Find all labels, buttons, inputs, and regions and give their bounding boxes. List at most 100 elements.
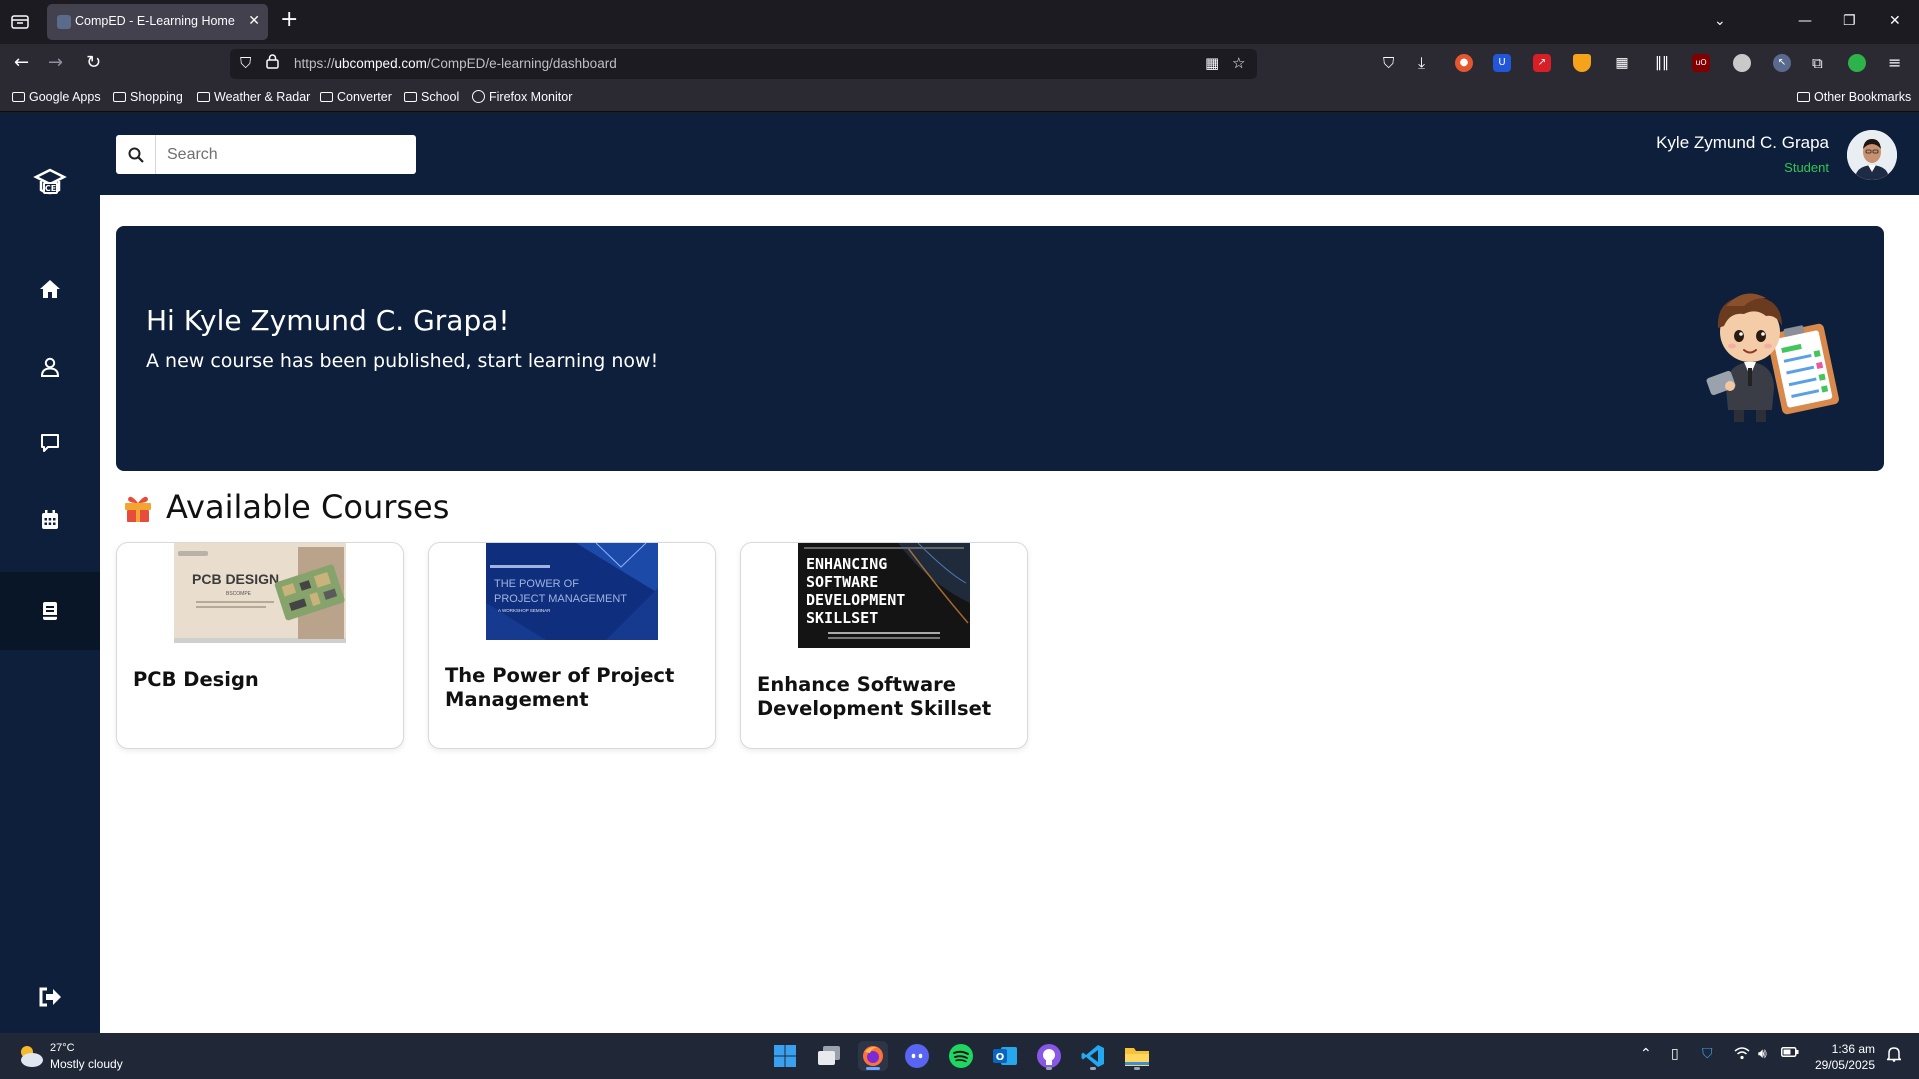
firefox-taskbar-icon[interactable] bbox=[858, 1041, 888, 1071]
github-taskbar-icon[interactable] bbox=[1034, 1041, 1064, 1071]
sidebar-logo[interactable]: CE bbox=[0, 149, 100, 219]
barcode-extension-icon[interactable]: ‖‖ bbox=[1653, 54, 1671, 72]
sidebar-logout[interactable] bbox=[0, 965, 100, 1029]
grid-extension-icon[interactable]: ▦ bbox=[1613, 54, 1631, 72]
windows-start-icon[interactable] bbox=[770, 1041, 800, 1071]
folder-icon bbox=[12, 92, 25, 102]
url-path: /CompED/e-learning/dashboard bbox=[426, 56, 617, 71]
forward-button[interactable]: → bbox=[48, 52, 63, 74]
back-button[interactable]: ← bbox=[14, 52, 29, 74]
lock-icon[interactable] bbox=[266, 54, 279, 73]
search-input[interactable] bbox=[157, 135, 412, 174]
avatar[interactable] bbox=[1847, 130, 1897, 180]
sidebar-item-home[interactable] bbox=[0, 257, 100, 321]
bookmark-folder-school[interactable]: School bbox=[404, 90, 459, 104]
sidebar-item-profile[interactable] bbox=[0, 335, 100, 399]
running-app-indicator bbox=[1090, 1067, 1096, 1070]
bookmark-label: Shopping bbox=[130, 90, 183, 104]
ublock-extension-icon[interactable]: uO bbox=[1692, 54, 1710, 72]
app-menu-icon[interactable]: ≡ bbox=[1888, 52, 1901, 74]
thumb-line-3: DEVELOPMENT bbox=[806, 591, 905, 609]
course-card-software-development[interactable]: ENHANCING SOFTWARE DEVELOPMENT SKILLSET … bbox=[740, 542, 1028, 749]
pocket-icon[interactable]: ⛉ bbox=[1383, 52, 1394, 74]
shield-extension-icon[interactable] bbox=[1573, 54, 1591, 72]
bitwarden-extension-icon[interactable]: U bbox=[1493, 54, 1511, 72]
bookmark-folder-weather[interactable]: Weather & Radar bbox=[197, 90, 310, 104]
bookmark-star-icon[interactable]: ☆ bbox=[1232, 54, 1245, 72]
weather-cloud-icon[interactable] bbox=[16, 1043, 44, 1069]
sidebar-item-calendar[interactable] bbox=[0, 488, 100, 552]
volume-icon[interactable]: 🔊︎ bbox=[1758, 1046, 1767, 1062]
page-content: CE Kyle Zymund C. Grapa Stud bbox=[0, 113, 1919, 1033]
qr-code-icon[interactable]: ▦ bbox=[1205, 54, 1219, 72]
browser-tab-bar: CompED - E-Learning Home ✕ + ⌄ — ❐ ✕ bbox=[0, 0, 1919, 44]
sidebar-item-courses[interactable] bbox=[0, 572, 100, 650]
discord-taskbar-icon[interactable] bbox=[902, 1041, 932, 1071]
extension-round-icon[interactable] bbox=[1733, 54, 1751, 72]
thumb-line-4: SKILLSET bbox=[806, 609, 878, 627]
reload-button[interactable]: ↻ bbox=[86, 52, 101, 74]
list-all-tabs-icon[interactable]: ⌄ bbox=[1714, 12, 1726, 30]
thumb-title-line-1: THE POWER OF bbox=[494, 578, 579, 590]
extensions-puzzle-icon[interactable]: ⧉ bbox=[1812, 52, 1823, 74]
bookmark-firefox-monitor[interactable]: Firefox Monitor bbox=[472, 90, 572, 104]
windows-taskbar: 27°C Mostly cloudy O ⌃ ▯ ⛉ 🔊︎ 1:36 am 29… bbox=[0, 1033, 1919, 1079]
notifications-bell-icon[interactable] bbox=[1885, 1046, 1903, 1066]
available-courses-title: Available Courses bbox=[166, 488, 450, 526]
downloads-icon[interactable]: ⤓ bbox=[1418, 52, 1425, 74]
running-app-indicator bbox=[1046, 1067, 1052, 1070]
minimize-button[interactable]: — bbox=[1798, 12, 1812, 30]
folder-icon bbox=[197, 92, 210, 102]
other-bookmarks[interactable]: Other Bookmarks bbox=[1797, 90, 1911, 104]
url-domain: ubcomped.com bbox=[334, 56, 427, 71]
wifi-icon[interactable] bbox=[1734, 1046, 1750, 1064]
bookmark-folder-google-apps[interactable]: Google Apps bbox=[12, 90, 101, 104]
weather-description[interactable]: Mostly cloudy bbox=[50, 1057, 123, 1071]
active-app-indicator bbox=[866, 1067, 880, 1070]
course-title[interactable]: The Power of Project Management bbox=[445, 664, 705, 712]
course-card-pcb-design[interactable]: PCB DESIGN BSCOMPE PCB Design bbox=[116, 542, 404, 749]
home-icon bbox=[40, 280, 60, 298]
course-title[interactable]: PCB Design bbox=[133, 668, 393, 692]
tab-list-icon[interactable] bbox=[10, 12, 30, 32]
shield-icon[interactable]: ⛉ bbox=[240, 54, 251, 72]
search-icon[interactable] bbox=[116, 135, 156, 174]
course-title[interactable]: Enhance Software Development Skillset bbox=[757, 673, 1017, 721]
clock-time: 1:36 am bbox=[1831, 1042, 1875, 1056]
bookmark-folder-shopping[interactable]: Shopping bbox=[113, 90, 183, 104]
new-tab-button[interactable]: + bbox=[280, 9, 298, 31]
cursor-extension-icon[interactable]: ↖ bbox=[1773, 54, 1791, 72]
close-window-button[interactable]: ✕ bbox=[1889, 12, 1901, 30]
pdf-extension-icon[interactable]: ↗ bbox=[1533, 54, 1551, 72]
weather-temperature[interactable]: 27°C bbox=[50, 1042, 75, 1054]
task-view-icon[interactable] bbox=[814, 1041, 844, 1071]
sidebar-item-messages[interactable] bbox=[0, 411, 100, 475]
usb-device-icon[interactable]: ▯ bbox=[1671, 1046, 1679, 1062]
close-tab-icon[interactable]: ✕ bbox=[248, 13, 260, 29]
show-hidden-icons-chevron[interactable]: ⌃ bbox=[1640, 1046, 1652, 1062]
vscode-taskbar-icon[interactable] bbox=[1078, 1041, 1108, 1071]
brave-extension-icon[interactable]: ● bbox=[1455, 54, 1473, 72]
sidebar: CE bbox=[0, 113, 100, 1033]
colorful-extension-icon[interactable] bbox=[1848, 54, 1866, 72]
spotify-taskbar-icon[interactable] bbox=[946, 1041, 976, 1071]
comped-logo-icon: CE bbox=[33, 168, 67, 195]
url-text[interactable]: https://ubcomped.com/CompED/e-learning/d… bbox=[294, 56, 617, 71]
bookmark-label: Firefox Monitor bbox=[489, 90, 573, 104]
svg-text:CE: CE bbox=[45, 184, 56, 193]
course-card-project-management[interactable]: THE POWER OF PROJECT MANAGEMENT A WORKSH… bbox=[428, 542, 716, 749]
restore-button[interactable]: ❐ bbox=[1843, 12, 1856, 30]
course-thumbnail: PCB DESIGN BSCOMPE bbox=[174, 543, 346, 643]
system-clock[interactable]: 1:36 am 29/05/2025 bbox=[1815, 1041, 1875, 1073]
outlook-taskbar-icon[interactable]: O bbox=[990, 1041, 1020, 1071]
top-header: Kyle Zymund C. Grapa Student bbox=[100, 113, 1919, 195]
bookmark-folder-converter[interactable]: Converter bbox=[320, 90, 392, 104]
clock-date: 29/05/2025 bbox=[1814, 1058, 1875, 1072]
defender-tray-icon[interactable]: ⛉ bbox=[1702, 1046, 1713, 1062]
url-bar[interactable]: ⛉ https://ubcomped.com/CompED/e-learning… bbox=[230, 49, 1257, 79]
welcome-banner: Hi Kyle Zymund C. Grapa! A new course ha… bbox=[116, 226, 1884, 471]
browser-tab-active[interactable]: CompED - E-Learning Home ✕ bbox=[47, 4, 268, 40]
battery-icon[interactable] bbox=[1781, 1046, 1799, 1062]
thumb-subtitle: A WORKSHOP SEMINAR bbox=[498, 608, 551, 613]
file-explorer-taskbar-icon[interactable] bbox=[1122, 1041, 1152, 1071]
